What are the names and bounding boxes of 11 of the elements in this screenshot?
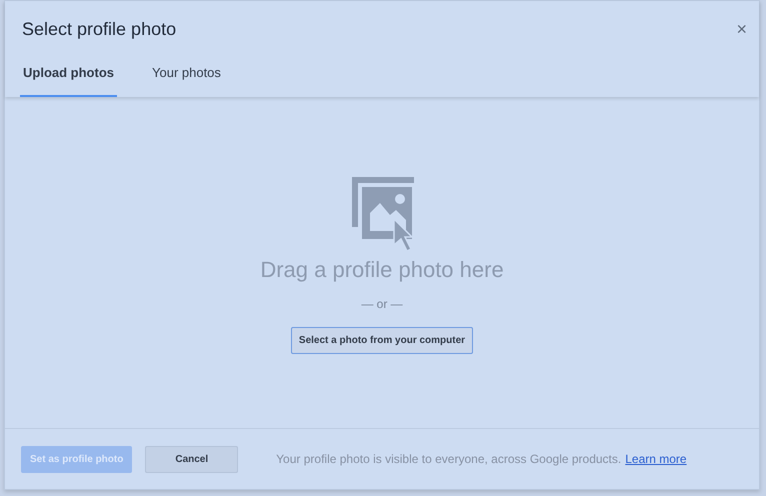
dialog-title: Select profile photo xyxy=(22,18,176,40)
tab[interactable]: Upload photos xyxy=(20,59,117,97)
learn-more-link[interactable]: Learn more xyxy=(625,452,687,466)
tab[interactable]: Your photos xyxy=(149,59,224,97)
separator-text: — or — xyxy=(361,297,403,311)
cancel-button[interactable]: Cancel xyxy=(145,446,238,472)
visibility-note: Your profile photo is visible to everyone, across Google products. xyxy=(276,452,622,466)
image-upload-icon xyxy=(350,175,414,253)
drop-heading: Drag a profile photo here xyxy=(260,257,504,283)
select-photo-button[interactable]: Select a photo from your computer xyxy=(290,327,474,354)
close-button[interactable]: × xyxy=(736,18,747,40)
